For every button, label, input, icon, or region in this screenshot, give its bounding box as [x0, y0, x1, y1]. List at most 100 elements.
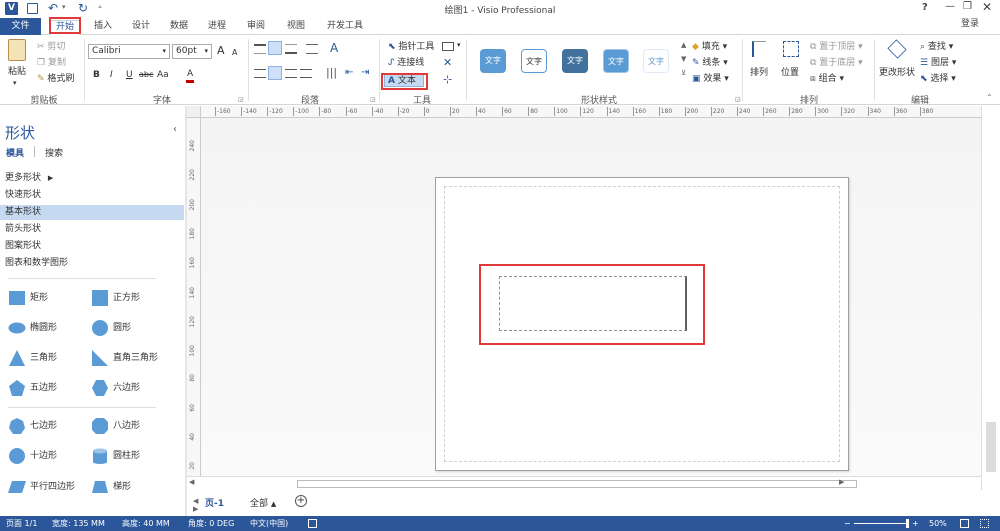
shape-triangle[interactable]: 三角形 — [8, 348, 83, 368]
font-color-button[interactable]: A — [186, 68, 195, 83]
restore-button[interactable]: ❐ — [963, 1, 972, 12]
tab-design[interactable]: 设计 — [128, 20, 154, 35]
shape-hexagon[interactable]: 六边形 — [91, 378, 166, 398]
status-page[interactable]: 页面 1/1 — [6, 516, 37, 531]
paste-dropdown-icon[interactable]: ▾ — [13, 77, 17, 89]
text-direction-icon[interactable]: A — [330, 41, 338, 55]
nav-pattern-shapes[interactable]: 图案形状 — [5, 239, 41, 254]
close-button[interactable]: ✕ — [982, 0, 992, 14]
page-tab-1[interactable]: 页-1 — [205, 496, 224, 509]
send-to-back-button[interactable]: ⧉ 置于底层 ▾ — [810, 57, 863, 69]
collapse-ribbon-icon[interactable]: ⌃ — [986, 93, 993, 102]
zoom-slider-thumb[interactable] — [906, 519, 909, 528]
shape-trapezoid[interactable]: 梯形 — [91, 477, 166, 497]
zoom-out-button[interactable]: − — [844, 516, 851, 531]
format-painter-button[interactable]: ✎ 格式刷 — [37, 73, 74, 85]
shape-rectangle[interactable]: 矩形 — [8, 288, 83, 308]
align-bottom-icon[interactable] — [285, 44, 297, 54]
shape-cylinder[interactable]: 圆柱形 — [91, 446, 166, 466]
align-left-icon[interactable] — [254, 69, 266, 78]
tab-file[interactable]: 文件 — [0, 18, 41, 35]
layers-button[interactable]: ☰ 图层 ▾ — [920, 57, 956, 69]
align-shapes-icon[interactable] — [752, 41, 766, 57]
connector-button[interactable]: ᔑ 连接线 — [388, 57, 424, 69]
macro-record-icon[interactable] — [308, 519, 317, 528]
scroll-thumb[interactable] — [297, 480, 857, 488]
shape-pentagon[interactable]: 五边形 — [8, 378, 83, 398]
nav-quick-shapes[interactable]: 快速形状 — [5, 188, 41, 203]
fit-page-icon[interactable] — [960, 519, 969, 528]
tab-developer[interactable]: 开发工具 — [322, 20, 368, 35]
increase-indent-icon[interactable]: ⇥ — [361, 67, 369, 78]
switch-windows-icon[interactable] — [980, 519, 989, 528]
gallery-scroll-down-icon[interactable]: ▼ — [681, 55, 686, 63]
font-size-select[interactable]: 60pt ▾ — [172, 44, 212, 59]
strikethrough-button[interactable]: abc — [139, 69, 153, 81]
align-button[interactable]: 排列 — [750, 67, 768, 79]
change-shape-button[interactable]: 更改形状 — [879, 67, 915, 79]
shape-style-3[interactable]: 文字 — [562, 49, 588, 73]
rectangle-dropdown-icon[interactable]: ▾ — [457, 41, 461, 49]
zoom-in-button[interactable]: + — [912, 516, 919, 531]
shape-square[interactable]: 正方形 — [91, 288, 166, 308]
nav-more-shapes[interactable]: 更多形状 ▶ — [5, 171, 53, 186]
align-top-icon[interactable] — [254, 44, 266, 54]
tab-insert[interactable]: 插入 — [90, 20, 116, 35]
distribute-icon[interactable]: ||| — [326, 66, 337, 79]
rectangle-tool-icon[interactable] — [442, 42, 454, 51]
tab-search[interactable]: 搜索 — [45, 146, 63, 159]
shape-circle[interactable]: 圆形 — [91, 318, 166, 338]
gallery-more-icon[interactable]: ⊻ — [681, 69, 686, 77]
tab-view[interactable]: 视图 — [283, 20, 309, 35]
nav-chart-math-shapes[interactable]: 图表和数学图形 — [5, 256, 68, 271]
find-button[interactable]: ⌕ 查找 ▾ — [920, 41, 953, 53]
tab-review[interactable]: 审阅 — [243, 20, 269, 35]
cut-button[interactable]: ✂ 剪切 — [37, 41, 65, 53]
add-page-button[interactable]: + — [295, 495, 307, 507]
gallery-scroll-up-icon[interactable]: ▲ — [681, 41, 686, 49]
connection-point-icon[interactable]: ⊹ — [443, 73, 452, 86]
all-pages-button[interactable]: 全部 ▲ — [250, 496, 276, 509]
justify-icon[interactable] — [300, 69, 312, 78]
fill-button[interactable]: ◆ 填充 ▾ — [692, 41, 727, 53]
position-button[interactable]: 位置 — [781, 67, 799, 79]
nav-basic-shapes[interactable]: 基本形状 — [0, 205, 184, 220]
group-button[interactable]: ⧈ 组合 ▾ — [810, 73, 844, 85]
sign-in-link[interactable]: 登录 — [955, 18, 985, 33]
minimize-button[interactable]: — — [945, 1, 955, 12]
zoom-slider[interactable] — [854, 523, 908, 524]
dialog-launcher-icon[interactable]: ◲ — [370, 96, 376, 103]
change-shape-icon[interactable] — [887, 39, 907, 59]
bring-to-front-button[interactable]: ⧉ 置于顶层 ▾ — [810, 41, 863, 53]
bold-button[interactable]: B — [93, 69, 100, 81]
align-middle-icon[interactable] — [268, 41, 282, 55]
shape-ellipse[interactable]: 椭圆形 — [8, 318, 83, 338]
copy-button[interactable]: ❐ 复制 — [37, 57, 66, 69]
grow-font-button[interactable]: A — [217, 45, 225, 57]
page-nav-left-icon[interactable]: ◀ — [193, 497, 198, 505]
dialog-launcher-icon[interactable]: ◲ — [238, 96, 244, 103]
align-center-icon[interactable] — [268, 66, 282, 80]
dialog-launcher-icon[interactable]: ◲ — [735, 96, 741, 103]
select-button[interactable]: ⬉ 选择 ▾ — [920, 73, 956, 85]
pointer-tool-button[interactable]: ⬉ 指针工具 — [388, 41, 434, 53]
line-button[interactable]: ✎ 线条 ▾ — [692, 57, 728, 69]
tab-stencils[interactable]: 模具 — [6, 146, 24, 159]
font-name-select[interactable]: Calibri ▾ — [88, 44, 170, 59]
shape-style-4[interactable]: 文字 — [603, 49, 629, 73]
shape-decagon[interactable]: 十边形 — [8, 446, 83, 466]
nav-arrow-shapes[interactable]: 箭头形状 — [5, 222, 41, 237]
shape-right-triangle[interactable]: 直角三角形 — [91, 348, 171, 368]
page-nav-right-icon[interactable]: ▶ — [193, 505, 198, 513]
horizontal-scrollbar[interactable]: ◀ ▶ — [187, 476, 981, 490]
underline-button[interactable]: U — [126, 69, 133, 81]
italic-button[interactable]: I — [110, 69, 113, 81]
bullets-icon[interactable] — [306, 44, 318, 54]
shape-style-5[interactable]: 文字 — [643, 49, 669, 73]
shape-style-2[interactable]: 文字 — [521, 49, 547, 73]
align-right-icon[interactable] — [285, 69, 297, 78]
shape-parallelogram[interactable]: 平行四边形 — [8, 477, 88, 497]
collapse-panel-icon[interactable]: ‹ — [173, 124, 177, 135]
shape-style-1[interactable]: 文字 — [480, 49, 506, 73]
shape-heptagon[interactable]: 七边形 — [8, 416, 83, 436]
